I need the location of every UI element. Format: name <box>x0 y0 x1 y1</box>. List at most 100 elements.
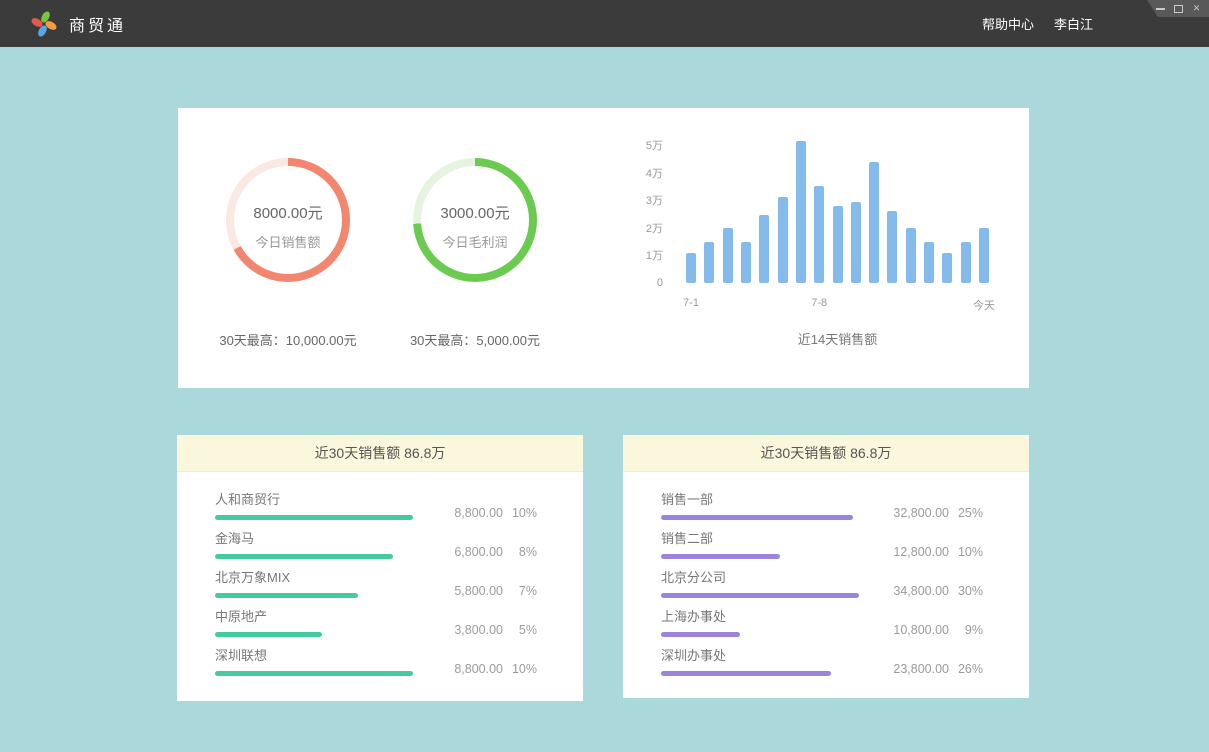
rank-item-value: 3,800.005% <box>454 623 537 637</box>
rank-item-amount: 8,800.00 <box>454 506 503 520</box>
user-name-link[interactable]: 李白江 <box>1054 14 1093 33</box>
rank-item-percent: 30% <box>949 584 983 598</box>
rank-item-value: 12,800.0010% <box>893 545 983 559</box>
rank-item-amount: 12,800.00 <box>893 545 949 559</box>
today-sales-gauge: 8000.00元 今日销售额 30天最高：10,000.00元 <box>203 158 373 349</box>
x-axis-tick: 今天 <box>973 297 995 313</box>
rank-item-amount: 10,800.00 <box>893 623 949 637</box>
rank-list-item: 中原地产3,800.005% <box>215 609 537 637</box>
rank-item-value: 5,800.007% <box>454 584 537 598</box>
rank-list-item: 上海办事处10,800.009% <box>661 609 983 637</box>
rank-item-percent: 25% <box>949 506 983 520</box>
today-profit-value: 3000.00元 <box>440 202 509 223</box>
app-title: 商贸通 <box>69 12 126 36</box>
rank-list-item: 销售一部32,800.0025% <box>661 492 983 520</box>
rank-item-bar <box>661 671 831 676</box>
rank-item-percent: 8% <box>503 545 537 559</box>
rank-list-item: 北京万象MIX5,800.007% <box>215 570 537 598</box>
minimize-button[interactable] <box>1155 2 1166 15</box>
rank-item-value: 8,800.0010% <box>454 662 537 676</box>
today-sales-donut-ring: 8000.00元 今日销售额 <box>226 158 350 282</box>
bar-chart-y-axis: 5万4万3万2万1万0 <box>628 145 663 283</box>
rank-item-track <box>215 632 413 637</box>
rank-item-value: 32,800.0025% <box>893 506 983 520</box>
rank-item-track <box>661 593 859 598</box>
customer-rank-title: 近30天销售额 86.8万 <box>315 443 446 463</box>
sales-bar <box>942 253 952 283</box>
customer-rank-card: 近30天销售额 86.8万 人和商贸行8,800.0010%金海马6,800.0… <box>177 435 583 701</box>
today-sales-donut-center: 8000.00元 今日销售额 <box>234 166 342 274</box>
today-profit-donut-ring: 3000.00元 今日毛利润 <box>413 158 537 282</box>
rank-list-item: 深圳联想8,800.0010% <box>215 648 537 676</box>
rank-item-percent: 10% <box>503 662 537 676</box>
rank-item-bar <box>215 632 322 637</box>
sales-bar <box>686 253 696 283</box>
sales-bar <box>723 228 733 283</box>
rank-item-amount: 5,800.00 <box>454 584 503 598</box>
rank-item-bar <box>215 593 358 598</box>
rank-item-value: 34,800.0030% <box>893 584 983 598</box>
sales-bar <box>759 215 769 283</box>
rank-item-bar <box>661 515 853 520</box>
y-axis-tick: 1万 <box>646 247 663 263</box>
sales-bar <box>778 197 788 283</box>
sales-bar <box>924 242 934 283</box>
rank-item-value: 8,800.0010% <box>454 506 537 520</box>
bar-chart-x-axis: 7-17-8今天 <box>686 297 989 311</box>
today-profit-label: 今日毛利润 <box>442 232 507 251</box>
rank-item-bar <box>661 632 740 637</box>
rank-item-bar <box>661 593 859 598</box>
rank-item-track <box>215 554 413 559</box>
rank-item-track <box>661 632 859 637</box>
sales-bar <box>796 141 806 283</box>
window-controls: ✕ <box>1147 0 1209 17</box>
rank-item-bar <box>215 671 413 676</box>
y-axis-tick: 5万 <box>646 137 663 153</box>
bar-chart-plot <box>686 145 989 283</box>
today-sales-value: 8000.00元 <box>253 202 322 223</box>
close-icon: ✕ <box>1193 2 1201 15</box>
rank-item-percent: 26% <box>949 662 983 676</box>
today-profit-gauge: 3000.00元 今日毛利润 30天最高：5,000.00元 <box>390 158 560 349</box>
department-rank-card: 近30天销售额 86.8万 销售一部32,800.0025%销售二部12,800… <box>623 435 1029 698</box>
rank-item-value: 6,800.008% <box>454 545 537 559</box>
rank-item-percent: 10% <box>503 506 537 520</box>
rank-item-value: 10,800.009% <box>893 623 983 637</box>
today-summary-card: 8000.00元 今日销售额 30天最高：10,000.00元 3000.00元… <box>178 108 1029 388</box>
help-center-link[interactable]: 帮助中心 <box>982 14 1034 33</box>
rank-item-bar <box>661 554 780 559</box>
topbar-right: 帮助中心 李白江 <box>982 0 1093 47</box>
rank-item-track <box>661 554 859 559</box>
rank-item-amount: 34,800.00 <box>893 584 949 598</box>
rank-item-value: 23,800.0026% <box>893 662 983 676</box>
sales-bar <box>851 202 861 283</box>
close-button[interactable]: ✕ <box>1191 2 1202 15</box>
rank-item-track <box>215 515 413 520</box>
rank-list-item: 北京分公司34,800.0030% <box>661 570 983 598</box>
sales-bar <box>906 228 916 283</box>
x-axis-tick: 7-1 <box>683 297 699 309</box>
rank-item-bar <box>215 554 393 559</box>
rank-item-track <box>661 515 859 520</box>
rank-item-percent: 9% <box>949 623 983 637</box>
y-axis-tick: 4万 <box>646 165 663 181</box>
rank-item-amount: 23,800.00 <box>893 662 949 676</box>
rank-item-amount: 32,800.00 <box>893 506 949 520</box>
sales-bar <box>704 242 714 283</box>
rank-item-percent: 10% <box>949 545 983 559</box>
sales-bar <box>741 242 751 283</box>
sales-14d-bar-chart: 5万4万3万2万1万0 7-17-8今天 近14天销售额 <box>628 145 1008 360</box>
sales-bar <box>887 211 897 283</box>
rank-item-bar <box>215 515 413 520</box>
rank-item-amount: 3,800.00 <box>454 623 503 637</box>
department-rank-title: 近30天销售额 86.8万 <box>761 443 892 463</box>
rank-item-track <box>661 671 859 676</box>
rank-item-track <box>215 671 413 676</box>
maximize-button[interactable] <box>1173 2 1184 15</box>
y-axis-tick: 2万 <box>646 220 663 236</box>
sales-bar <box>814 186 824 283</box>
rank-item-track <box>215 593 413 598</box>
rank-list-item: 金海马6,800.008% <box>215 531 537 559</box>
today-profit-donut-center: 3000.00元 今日毛利润 <box>421 166 529 274</box>
rank-item-percent: 7% <box>503 584 537 598</box>
